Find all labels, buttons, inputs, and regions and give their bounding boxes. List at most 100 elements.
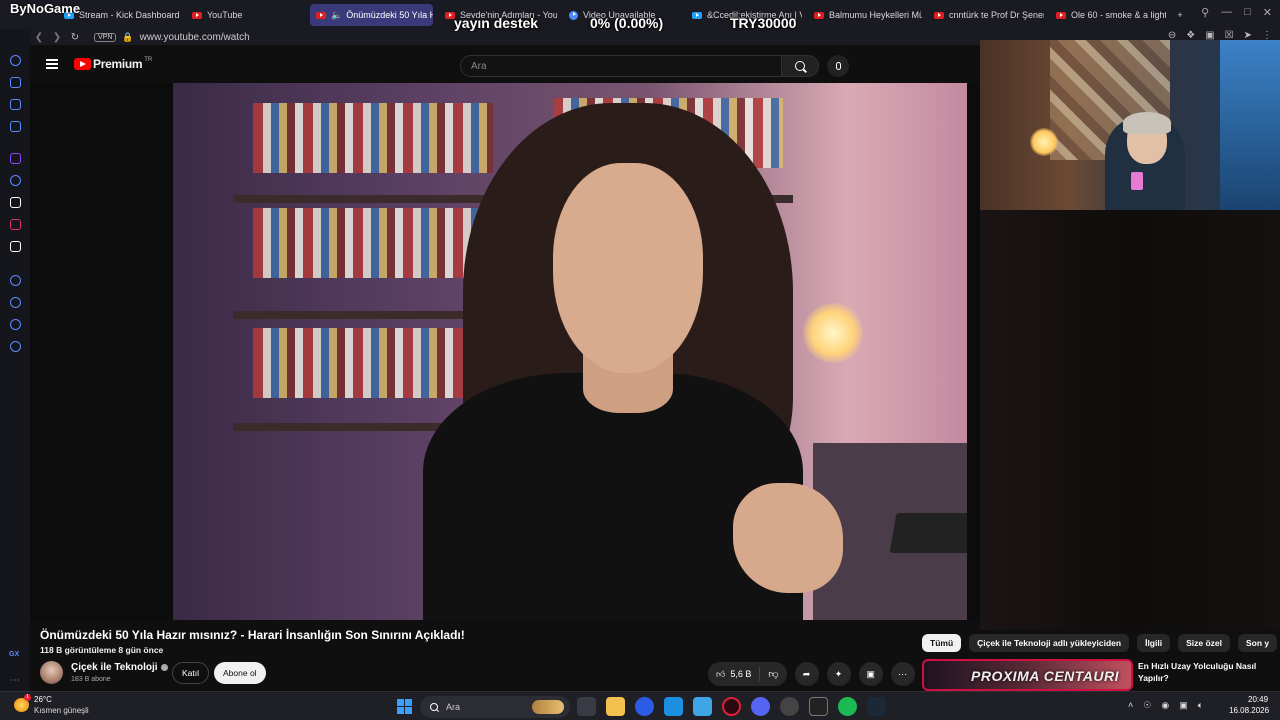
tab-cnnturk[interactable]: cnntürk te Prof Dr Şener <box>928 4 1044 26</box>
task-view-icon[interactable] <box>577 697 596 716</box>
pinboard-icon[interactable] <box>10 319 21 330</box>
speaker-icon: 🔈 <box>331 9 343 20</box>
vpn-badge[interactable]: VPN <box>94 32 117 42</box>
settings-icon[interactable] <box>10 341 21 352</box>
forward-icon[interactable]: ❯ <box>48 32 66 43</box>
bag-icon[interactable] <box>10 77 21 88</box>
new-tab-button[interactable]: + <box>1172 4 1188 26</box>
weather-desc[interactable]: Kısmen güneşli <box>34 706 89 715</box>
share-icon: ➦ <box>802 668 811 679</box>
tab-title: cnntürk te Prof Dr Şener <box>949 10 1044 20</box>
minimize-icon[interactable]: — <box>1221 6 1232 19</box>
youtube-icon <box>934 11 944 19</box>
join-button[interactable]: Katıl <box>172 662 210 684</box>
more-icon[interactable]: ⋯ <box>10 675 20 686</box>
url-field[interactable]: www.youtube.com/watch <box>140 32 250 43</box>
verified-icon <box>160 664 168 671</box>
video-meta[interactable]: 118 B görüntüleme 8 gün önce <box>40 645 163 655</box>
search-icon <box>795 61 805 71</box>
gx-icon[interactable]: GX <box>9 651 19 658</box>
shelf <box>233 195 513 203</box>
chevron-up-icon[interactable]: ˄ <box>1128 700 1133 711</box>
system-tray: ˄ ☉ ◉ ▣ 🔈︎ <box>1128 700 1203 711</box>
clock-date[interactable]: 16.08.2026 <box>1229 706 1269 715</box>
percent-icon[interactable] <box>10 175 21 186</box>
bookshelf-books <box>253 328 473 398</box>
more-icon: ⋯ <box>898 668 908 679</box>
controller-icon[interactable] <box>10 99 21 110</box>
goal-label: yayın destek <box>454 15 539 31</box>
channel-avatar[interactable] <box>40 661 63 684</box>
tab-title: Önümüzdeki 50 Yıla Ha <box>346 10 433 20</box>
player-icon[interactable] <box>10 275 21 286</box>
speed-dial-icon[interactable] <box>10 55 21 66</box>
taskbar-search[interactable]: Ara <box>420 696 570 718</box>
lock-icon[interactable]: 🔒 <box>122 32 133 43</box>
reload-icon[interactable]: ↻ <box>66 32 84 43</box>
tab-title: YouTube <box>207 10 243 20</box>
screen-capture-icon[interactable] <box>693 697 712 716</box>
chip-from-uploader[interactable]: Çiçek ile Teknoloji adlı yükleyiciden <box>969 634 1130 652</box>
mic-tray-icon[interactable]: ◉ <box>1161 700 1169 711</box>
search-button[interactable] <box>781 55 819 77</box>
recommendation-thumbnail[interactable]: PROXIMA CENTAURI <box>922 659 1133 691</box>
subscribe-button[interactable]: Abone ol <box>214 662 266 684</box>
spotify-icon[interactable] <box>838 697 857 716</box>
youtube-icon <box>316 11 326 19</box>
shield-icon[interactable]: ☉ <box>1143 700 1151 711</box>
share-button[interactable]: ➦ <box>794 662 819 686</box>
clock-time[interactable]: 20:49 <box>1248 695 1268 704</box>
ask-button[interactable]: ✦ <box>826 662 851 686</box>
subscriber-count: 183 B abone <box>71 676 111 683</box>
chip-all[interactable]: Tümü <box>922 634 962 652</box>
youtube-logo[interactable]: Premium TR <box>74 57 152 71</box>
dislike-button[interactable]: 👎︎ <box>760 668 786 680</box>
ea-app-icon[interactable] <box>635 697 654 716</box>
windows-start-icon[interactable] <box>397 699 412 714</box>
tab-balmumu[interactable]: Balmumu Heykelleri Müze <box>808 4 922 26</box>
steam-icon[interactable] <box>867 697 886 716</box>
close-icon[interactable]: ✕ <box>1263 6 1272 19</box>
x-icon[interactable] <box>10 241 21 252</box>
tab-youtube[interactable]: YouTube <box>186 4 304 26</box>
like-button[interactable]: 👍︎ 5,6 B <box>708 667 761 681</box>
discord-icon[interactable] <box>751 697 770 716</box>
volume-icon[interactable]: 🔈︎ <box>1198 700 1203 711</box>
globe-icon <box>569 10 578 20</box>
recommendation-title[interactable]: En Hızlı Uzay Yolculuğu Nasıl Yapılır? <box>1138 660 1268 684</box>
back-icon[interactable]: ❮ <box>30 32 48 43</box>
epic-games-icon[interactable] <box>809 697 828 716</box>
chip-related[interactable]: İlgili <box>1137 634 1171 652</box>
taskbar-apps <box>577 697 886 716</box>
tab-current-video[interactable]: 🔈 Önümüzdeki 50 Yıla Ha <box>310 4 433 26</box>
file-explorer-icon[interactable] <box>606 697 625 716</box>
outlook-icon[interactable] <box>664 697 683 716</box>
network-icon[interactable]: ▣ <box>1179 700 1188 711</box>
twitch-icon[interactable] <box>10 153 21 164</box>
voice-search-button[interactable] <box>827 55 849 77</box>
instagram-icon[interactable] <box>10 219 21 230</box>
chip-recent[interactable]: Son y <box>1237 634 1278 652</box>
messenger-icon[interactable] <box>10 121 21 132</box>
youtube-header: Premium TR <box>30 45 980 83</box>
tab-ole60[interactable]: Ole 60 - smoke & a light ( <box>1050 4 1166 26</box>
history-icon[interactable] <box>10 297 21 308</box>
search-input[interactable] <box>461 56 781 77</box>
search-tabs-icon[interactable]: ⚲ <box>1201 6 1209 19</box>
maximize-icon[interactable]: □ <box>1244 6 1251 19</box>
weather-temp[interactable]: 26°C <box>34 695 52 704</box>
taskbar: 1 26°C Kısmen güneşli Ara ˄ ☉ ◉ ▣ 🔈︎ 20:… <box>0 691 1280 720</box>
video-frame[interactable] <box>173 83 967 620</box>
save-button[interactable]: ▣ <box>858 662 883 686</box>
browser-icon[interactable] <box>780 697 799 716</box>
chip-for-you[interactable]: Size özel <box>1178 634 1230 652</box>
menu-icon[interactable] <box>46 59 58 69</box>
channel-name[interactable]: Çiçek ile Teknoloji <box>71 662 168 673</box>
opera-gx-icon[interactable] <box>722 697 741 716</box>
more-actions-button[interactable]: ⋯ <box>890 662 915 686</box>
video-player[interactable] <box>30 83 980 620</box>
search-highlight-image <box>532 700 564 714</box>
webcam-overlay <box>980 40 1280 210</box>
discord-icon[interactable] <box>10 197 21 208</box>
search-box <box>460 55 782 77</box>
